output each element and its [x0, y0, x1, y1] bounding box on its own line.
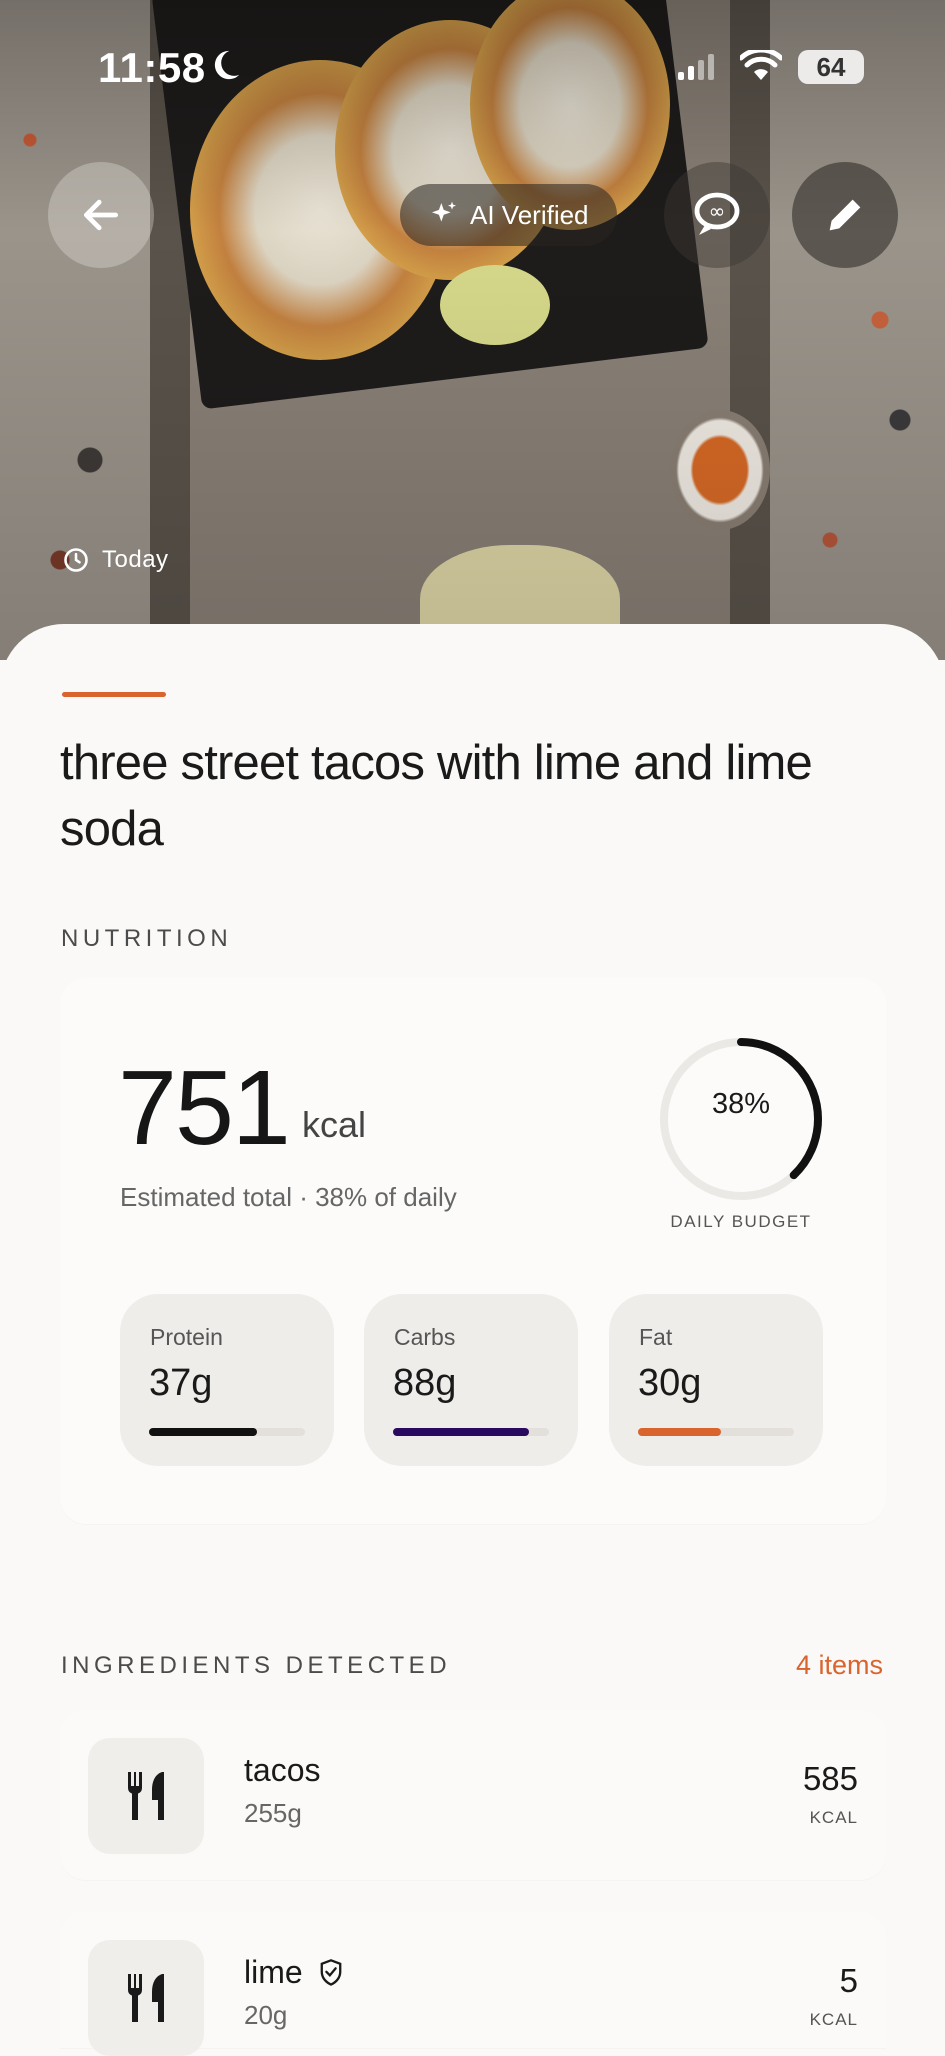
fork-knife-icon: [128, 1974, 164, 2022]
fork-knife-icon: [128, 1772, 164, 1820]
ingredient-kcal: 585: [802, 1760, 858, 1797]
ingredient-thumbnail: [88, 1940, 204, 2056]
ingredient-kcal-unit: KCAL: [809, 1808, 858, 1827]
calorie-unit: kcal: [302, 1104, 367, 1145]
ingredient-row[interactable]: tacos 255g 585 KCAL: [60, 1710, 886, 1880]
ingredient-weight: 255g: [244, 1798, 302, 1828]
ingredient-name: tacos: [244, 1752, 321, 1788]
sparkles-icon: [432, 201, 456, 222]
back-button[interactable]: [48, 162, 154, 268]
macro-value: 37g: [149, 1362, 213, 1404]
shield-check-icon: [320, 1958, 342, 1986]
calorie-total: 751: [118, 1049, 291, 1167]
meal-timestamp: Today: [62, 546, 169, 574]
macro-fat: Fat 30g: [609, 1294, 823, 1466]
ai-verified-label: AI Verified: [470, 199, 589, 230]
svg-text:∞: ∞: [709, 199, 726, 223]
meal-title: three street tacos with lime and lime so…: [60, 736, 813, 856]
chat-bubble-icon: ∞: [694, 192, 740, 235]
battery-indicator: 64: [798, 50, 864, 84]
signal-icon: [678, 54, 714, 80]
macro-value: 88g: [393, 1362, 457, 1404]
macro-carbs: Carbs 88g: [364, 1294, 578, 1466]
timestamp-label: Today: [102, 546, 169, 573]
status-time: 11:58: [98, 44, 206, 91]
pencil-icon: [829, 199, 861, 231]
ingredients-count[interactable]: 4 items: [796, 1650, 883, 1681]
back-arrow-icon: [83, 199, 119, 231]
ingredients-section-label: INGREDIENTS DETECTED: [61, 1652, 452, 1679]
calorie-summary: Estimated total · 38% of daily: [120, 1182, 457, 1212]
status-bar: 11:58 64: [0, 44, 945, 94]
accent-divider: [62, 692, 166, 697]
macro-protein: Protein 37g: [120, 1294, 334, 1466]
macro-name: Carbs: [394, 1324, 456, 1350]
macro-name: Protein: [150, 1324, 223, 1350]
macro-value: 30g: [638, 1362, 702, 1404]
ingredient-row[interactable]: lime 20g 5 KCAL: [60, 1912, 886, 2056]
ingredient-thumbnail: [88, 1738, 204, 1854]
macro-bar-fat: [638, 1428, 721, 1436]
chat-button[interactable]: ∞: [664, 162, 770, 268]
ingredient-kcal-unit: KCAL: [809, 2010, 858, 2029]
ingredient-name: lime: [244, 1954, 345, 1991]
macro-name: Fat: [639, 1324, 673, 1350]
ingredient-weight: 20g: [244, 2000, 288, 2030]
macro-bar-protein: [149, 1428, 257, 1436]
daily-budget-percent: 38%: [711, 1088, 771, 1120]
clock-icon: [64, 548, 88, 572]
wifi-icon: [740, 50, 782, 80]
nutrition-section-label: NUTRITION: [61, 925, 233, 952]
ingredient-kcal: 5: [839, 1962, 858, 1999]
moon-icon: [214, 50, 240, 80]
edit-button[interactable]: [792, 162, 898, 268]
ai-verified-badge: AI Verified: [400, 184, 617, 246]
daily-budget-label: DAILY BUDGET: [670, 1212, 812, 1231]
macro-bar-carbs: [393, 1428, 529, 1436]
